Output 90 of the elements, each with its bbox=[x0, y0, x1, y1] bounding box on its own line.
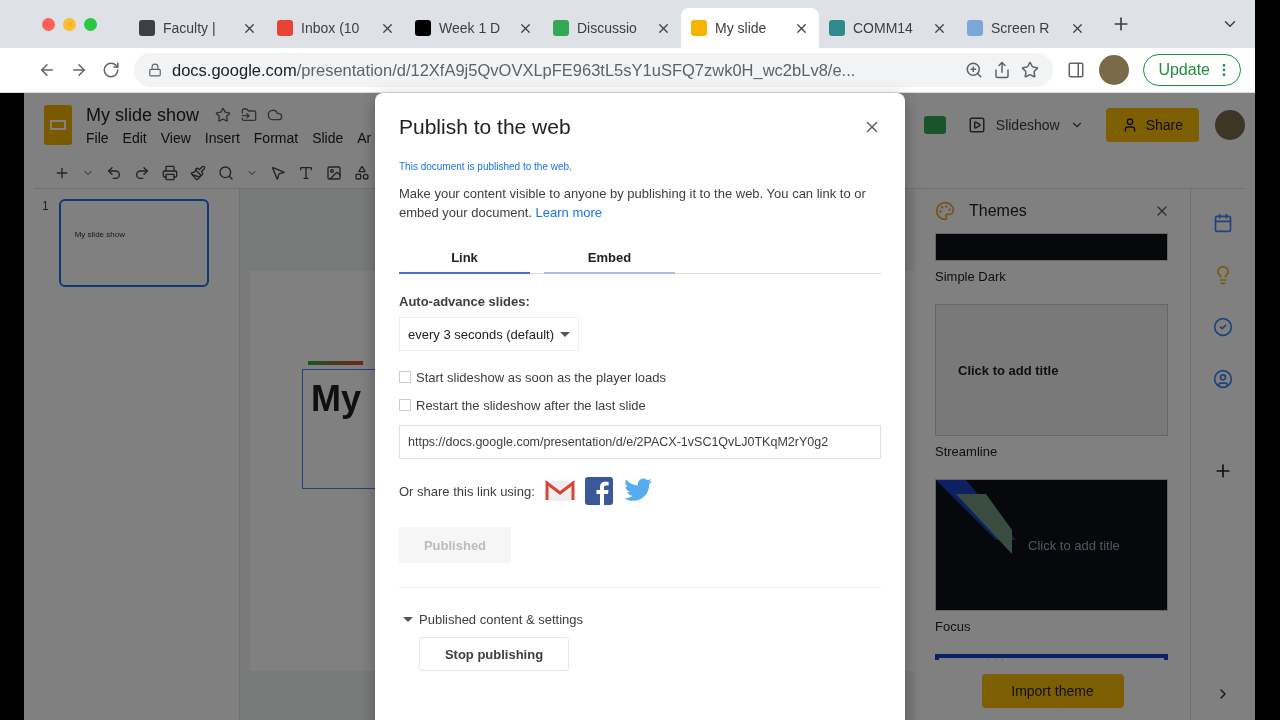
dialog-tab[interactable]: Embed bbox=[544, 242, 675, 274]
close-window-icon[interactable] bbox=[42, 17, 55, 31]
browser-tab[interactable]: My slide bbox=[681, 8, 819, 48]
menu-item[interactable]: Format bbox=[253, 129, 299, 146]
checkbox[interactable] bbox=[399, 371, 411, 383]
share-label: Or share this link using: bbox=[399, 483, 535, 499]
lock-icon bbox=[148, 63, 162, 77]
section-toggle[interactable]: Published content & settings bbox=[399, 612, 584, 627]
slide-title: My bbox=[311, 378, 361, 419]
update-button[interactable]: Update bbox=[1143, 54, 1241, 86]
tab-title: Faculty | bbox=[163, 20, 217, 36]
tab-title: Week 1 D bbox=[439, 20, 502, 36]
tab-title: COMM14 bbox=[853, 20, 914, 36]
menu-item[interactable]: View bbox=[160, 129, 191, 146]
tasks-icon[interactable] bbox=[1213, 317, 1233, 337]
tab-title: My slide bbox=[715, 20, 768, 36]
preview-title: Click to add title bbox=[958, 362, 1059, 378]
browser-tab[interactable]: Discussio bbox=[543, 8, 681, 48]
checkbox[interactable] bbox=[399, 399, 411, 411]
facebook-icon[interactable] bbox=[584, 477, 613, 505]
pointer-icon[interactable] bbox=[270, 164, 286, 181]
side-panel-icon[interactable] bbox=[1067, 61, 1086, 79]
play-icon bbox=[967, 116, 986, 134]
status-message: This document is published to the web. bbox=[399, 161, 573, 172]
palette-icon bbox=[935, 201, 955, 221]
thumbnail-title: My slide show bbox=[74, 230, 125, 239]
undo-icon[interactable] bbox=[106, 164, 122, 181]
browser-tab[interactable]: Week 1 D bbox=[405, 8, 543, 48]
import-theme-button[interactable]: Import theme bbox=[981, 674, 1124, 708]
menu-item[interactable]: Ar bbox=[357, 129, 372, 146]
share-icon[interactable] bbox=[993, 61, 1012, 79]
text-box-icon[interactable] bbox=[298, 164, 314, 181]
browser-tab[interactable]: Inbox (10 bbox=[267, 8, 405, 48]
link-field[interactable]: https://docs.google.com/presentation/d/e/2PACX-1vSC1QvLJ0TKqM2rY0g2 bbox=[399, 425, 881, 459]
url-text: docs.google.com/presentation/d/12XfA9j5QvOVXLpFE963tL5sY1uSFQ7zwk0H_wc2bLv8/e... bbox=[172, 60, 857, 80]
avatar[interactable] bbox=[1099, 55, 1130, 85]
caret-icon bbox=[559, 331, 570, 337]
document-title[interactable]: My slide show bbox=[86, 104, 200, 126]
back-icon[interactable] bbox=[38, 61, 56, 79]
zoom-icon[interactable] bbox=[965, 61, 984, 79]
tab-title: Discussio bbox=[577, 20, 638, 36]
preview-title: Click to add title bbox=[1028, 537, 1120, 553]
shape-icon[interactable] bbox=[354, 164, 370, 181]
theme-preview[interactable]: Click to add title bbox=[935, 479, 1168, 611]
checkbox-label: Start slideshow as soon as the player loads bbox=[416, 369, 667, 385]
field-label: Auto-advance slides: bbox=[399, 294, 531, 309]
theme-name: Simple Dark bbox=[935, 269, 1007, 284]
forward-icon[interactable] bbox=[70, 61, 88, 79]
calendar-icon[interactable] bbox=[1213, 213, 1233, 233]
tab-title: Inbox (10 bbox=[301, 20, 361, 36]
star-icon[interactable] bbox=[1021, 61, 1040, 79]
video-call-icon[interactable] bbox=[923, 116, 946, 134]
stop-publishing-button[interactable]: Stop publishing bbox=[419, 637, 569, 671]
reload-icon[interactable] bbox=[102, 61, 120, 79]
panel-title: Themes bbox=[969, 202, 1028, 220]
menu-item[interactable]: Insert bbox=[204, 129, 240, 146]
print-icon[interactable] bbox=[162, 164, 178, 181]
mail-icon[interactable] bbox=[544, 480, 575, 502]
browser-tab[interactable]: Screen R bbox=[957, 8, 1095, 48]
caret-icon bbox=[403, 616, 413, 623]
cloud-icon[interactable] bbox=[267, 107, 284, 123]
paint-format-icon[interactable] bbox=[190, 164, 206, 181]
folder-icon[interactable] bbox=[241, 107, 258, 123]
interval-dropdown[interactable]: every 3 seconds (default) bbox=[399, 317, 579, 351]
checkbox-label: Restart the slideshow after the last slide bbox=[416, 397, 646, 413]
zoom-icon[interactable] bbox=[218, 164, 234, 181]
description: Make your content visible to anyone by publishing it to the web. You can link to or embed your document. Learn more bbox=[399, 185, 867, 222]
learn-more-link[interactable]: Learn more bbox=[535, 205, 603, 220]
avatar[interactable] bbox=[1215, 110, 1245, 140]
redo-icon[interactable] bbox=[134, 164, 150, 181]
theme-name: Focus bbox=[935, 619, 972, 634]
slide-thumbnail[interactable]: My slide show bbox=[58, 199, 209, 287]
address-bar[interactable]: docs.google.com/presentation/d/12XfA9j5QvOVXLpFE963tL5sY1uSFQ7zwk0H_wc2bLv8/e... bbox=[134, 53, 1054, 87]
dialog-tab[interactable]: Link bbox=[399, 242, 530, 274]
browser-tab[interactable]: COMM14 bbox=[819, 8, 957, 48]
theme-name: Streamline bbox=[935, 444, 999, 459]
menu-item[interactable]: Slide bbox=[312, 129, 344, 146]
bird-icon[interactable] bbox=[622, 478, 653, 504]
star-icon[interactable] bbox=[215, 107, 232, 123]
browser-tab[interactable]: Faculty | bbox=[129, 8, 267, 48]
image-icon[interactable] bbox=[326, 164, 342, 181]
dialog-title: Publish to the web bbox=[399, 115, 571, 139]
contacts-icon[interactable] bbox=[1213, 369, 1233, 389]
tab-title: Screen R bbox=[991, 20, 1051, 36]
theme-preview[interactable]: Click to add title bbox=[935, 304, 1168, 436]
slideshow-button[interactable]: Slideshow bbox=[961, 115, 1090, 135]
share-button[interactable]: Share bbox=[1105, 108, 1199, 142]
menu-item[interactable]: File bbox=[86, 129, 109, 146]
menu-item[interactable]: Edit bbox=[122, 129, 147, 146]
slide-number: 1 bbox=[42, 199, 49, 215]
